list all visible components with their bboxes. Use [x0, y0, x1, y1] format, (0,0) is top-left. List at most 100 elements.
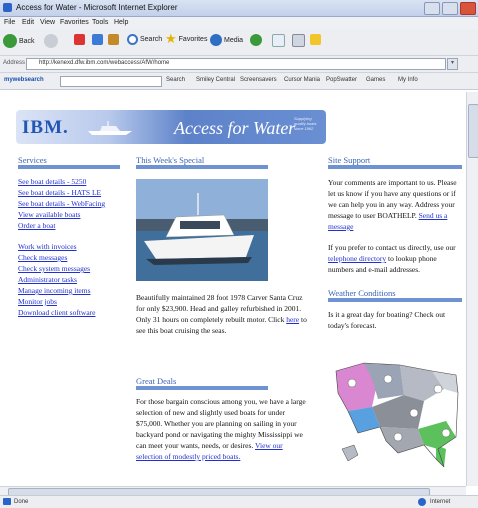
- my-info-button[interactable]: My Info: [398, 77, 418, 83]
- title-bar: Access for Water - Microsoft Internet Ex…: [0, 0, 478, 17]
- print-button[interactable]: [292, 34, 305, 47]
- special-description: Beautifully maintained 28 foot 1978 Carv…: [136, 293, 307, 335]
- vertical-scroll-thumb[interactable]: [468, 104, 478, 158]
- support-description: Your comments are important to us. Pleas…: [328, 178, 457, 231]
- forward-arrow-icon: [44, 34, 58, 48]
- search-toolbar: mywebsearch Search Smiley Central Screen…: [0, 73, 478, 90]
- maximize-button[interactable]: [442, 2, 458, 15]
- back-button[interactable]: Back: [3, 34, 35, 48]
- address-bar: Address http://kenexd.dfw.ibm.com/webacc…: [0, 56, 478, 73]
- address-input[interactable]: http://kenexd.dfw.ibm.com/webaccess/AfW/…: [26, 58, 446, 70]
- link-system-messages[interactable]: Check system messages: [18, 264, 90, 273]
- special-rule: [136, 165, 268, 169]
- home-icon: [108, 34, 119, 45]
- address-url: http://kenexd.dfw.ibm.com/webaccess/AfW/…: [39, 60, 170, 66]
- star-icon: ★: [165, 31, 177, 46]
- deals-rule: [136, 386, 268, 390]
- link-admin-tasks[interactable]: Administrator tasks: [18, 275, 77, 284]
- boat-photo: [136, 179, 268, 281]
- weather-description: Is it a great day for boating? Check out…: [328, 310, 446, 330]
- cursor-mania-button[interactable]: Cursor Mania: [284, 77, 320, 83]
- stop-button[interactable]: [74, 34, 85, 45]
- link-download-client[interactable]: Download client software: [18, 308, 95, 317]
- ibm-logo: IBM.: [22, 117, 69, 138]
- link-monitor-jobs[interactable]: Monitor jobs: [18, 297, 57, 306]
- refresh-icon: [92, 34, 103, 45]
- mail-icon: [272, 34, 285, 47]
- status-bar: Done Internet: [0, 495, 478, 508]
- services-rule: [18, 165, 120, 169]
- address-dropdown-button[interactable]: ▾: [447, 58, 458, 70]
- link-invoices[interactable]: Work with invoices: [18, 242, 77, 251]
- internet-zone-icon: [418, 498, 426, 506]
- menu-bar: File Edit View Favorites Tools Help: [0, 17, 478, 29]
- history-icon: [250, 34, 262, 46]
- media-icon: [210, 34, 222, 46]
- mywebsearch-brand: mywebsearch: [4, 77, 44, 83]
- games-button[interactable]: Games: [366, 77, 385, 83]
- services-heading: Services: [18, 155, 47, 165]
- banner-tagline: Supplying quality boats since 1962: [294, 116, 317, 131]
- menu-help[interactable]: Help: [114, 19, 128, 26]
- menu-file[interactable]: File: [4, 19, 15, 26]
- menu-tools[interactable]: Tools: [92, 19, 108, 26]
- history-button[interactable]: [250, 34, 262, 46]
- popswatter-button[interactable]: PopSwatter: [326, 77, 357, 83]
- special-heading: This Week's Special: [136, 155, 205, 165]
- folder-icon: [310, 34, 321, 45]
- window-title: Access for Water - Microsoft Internet Ex…: [16, 3, 178, 12]
- weather-rule: [328, 298, 462, 302]
- support-directory-text: If you prefer to contact us directly, us…: [328, 243, 456, 274]
- back-arrow-icon: [3, 34, 17, 48]
- screensavers-button[interactable]: Screensavers: [240, 77, 277, 83]
- zone-text: Internet: [430, 499, 451, 505]
- support-heading: Site Support: [328, 155, 371, 165]
- link-view-boats[interactable]: View available boats: [18, 210, 80, 219]
- toolbar-search-button[interactable]: Search: [166, 77, 185, 83]
- banner-boat-icon: [88, 121, 132, 135]
- home-button[interactable]: [108, 34, 119, 45]
- link-check-messages[interactable]: Check messages: [18, 253, 67, 262]
- toolbar: Back Search ★ Favorites Media: [0, 29, 478, 56]
- menu-favorites[interactable]: Favorites: [60, 19, 89, 26]
- link-boat-details-hats[interactable]: See boat details - HATS LE: [18, 188, 101, 197]
- toolbar-search-input[interactable]: [60, 76, 162, 87]
- vertical-scrollbar[interactable]: [466, 92, 478, 486]
- menu-edit[interactable]: Edit: [22, 19, 34, 26]
- deals-heading: Great Deals: [136, 376, 177, 386]
- status-text: Done: [14, 499, 29, 505]
- link-order-boat[interactable]: Order a boat: [18, 221, 55, 230]
- ie-logo-icon: [3, 3, 12, 12]
- mail-button[interactable]: [272, 34, 285, 47]
- window-controls: [424, 2, 476, 15]
- browser-window: Access for Water - Microsoft Internet Ex…: [0, 0, 478, 508]
- special-here-link[interactable]: here: [286, 315, 299, 324]
- close-button[interactable]: [460, 2, 476, 15]
- search-icon: [127, 34, 138, 45]
- refresh-button[interactable]: [92, 34, 103, 45]
- menu-view[interactable]: View: [40, 19, 55, 26]
- link-boat-details-5250[interactable]: See boat details - 5250: [18, 177, 86, 186]
- forward-button[interactable]: [44, 34, 58, 48]
- edit-button[interactable]: [310, 34, 321, 45]
- telephone-directory-link[interactable]: telephone directory: [328, 254, 386, 263]
- media-button[interactable]: Media: [210, 34, 243, 46]
- minimize-button[interactable]: [424, 2, 440, 15]
- stop-icon: [74, 34, 85, 45]
- site-banner: IBM. Access for Water Supplying quality …: [16, 110, 326, 144]
- address-label: Address: [3, 60, 26, 66]
- weather-map[interactable]: [328, 349, 466, 474]
- print-icon: [292, 34, 305, 47]
- link-boat-details-webfacing[interactable]: See boat details - WebFacing: [18, 199, 105, 208]
- search-button[interactable]: Search: [127, 34, 162, 45]
- chevron-down-icon: ▾: [450, 60, 454, 66]
- smiley-central-button[interactable]: Smiley Central: [196, 77, 235, 83]
- support-rule: [328, 165, 462, 169]
- link-incoming-items[interactable]: Manage incoming items: [18, 286, 90, 295]
- banner-title: Access for Water: [174, 118, 296, 138]
- weather-heading: Weather Conditions: [328, 288, 396, 298]
- favorites-button[interactable]: ★ Favorites: [165, 31, 207, 46]
- page-content: IBM. Access for Water Supplying quality …: [0, 92, 466, 486]
- deals-description: For those bargain conscious among you, w…: [136, 397, 306, 461]
- page-icon: [3, 498, 11, 505]
